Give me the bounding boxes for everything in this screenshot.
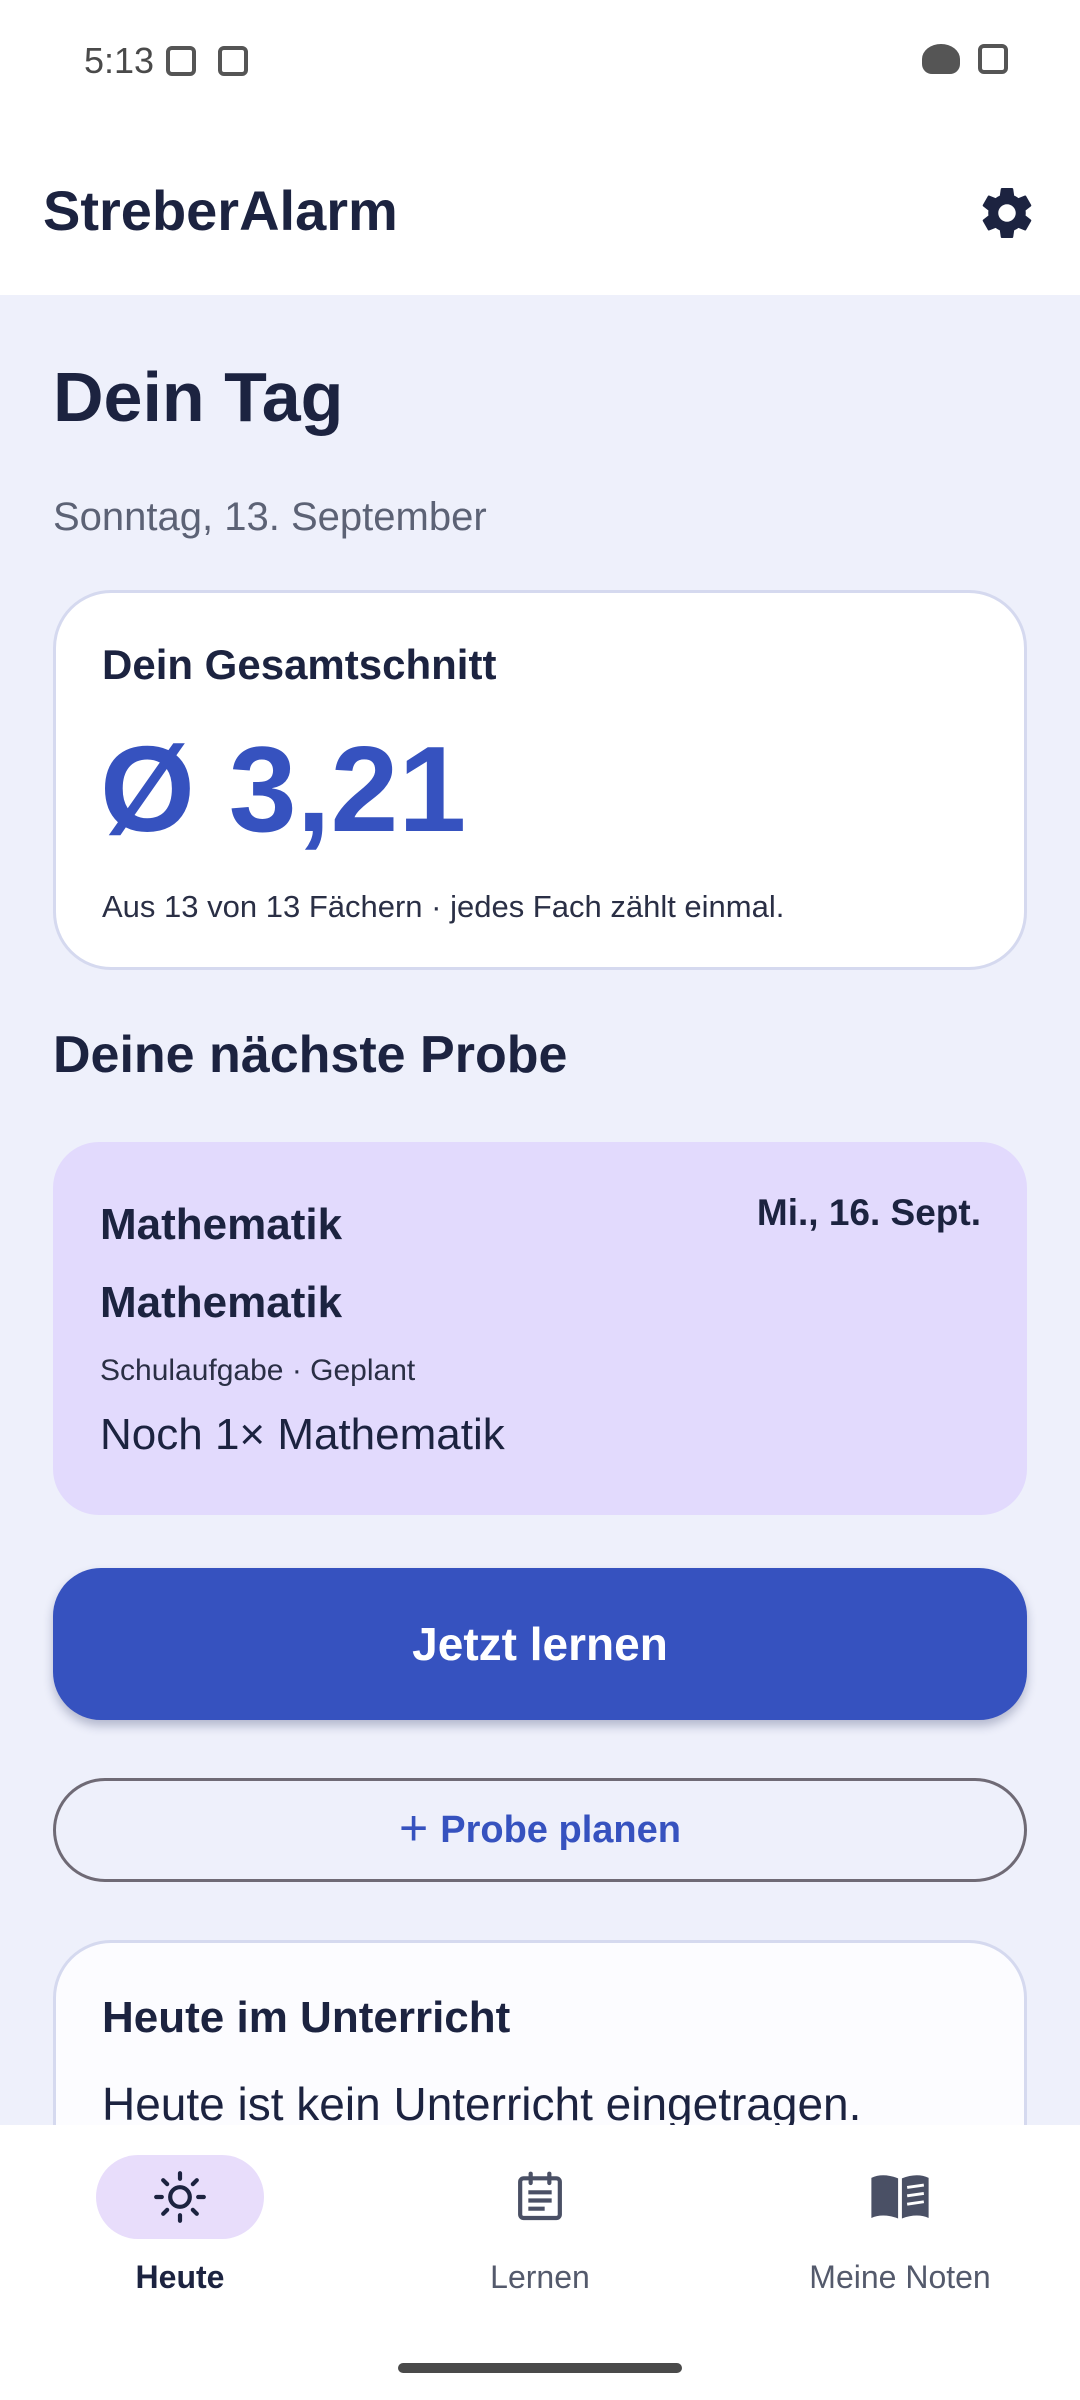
nav-pill-heute xyxy=(96,2155,264,2239)
app-title: StreberAlarm xyxy=(43,179,398,242)
plan-exam-label: Probe planen xyxy=(440,1808,681,1851)
status-icons-left xyxy=(166,46,248,76)
nav-label-heute: Heute xyxy=(135,2259,225,2295)
exam-subject: Mathematik xyxy=(100,1200,343,1249)
learn-now-button[interactable]: Jetzt lernen xyxy=(53,1568,1027,1720)
today-class-title: Heute im Unterricht xyxy=(102,1993,511,2042)
nav-item-meine-noten[interactable]: Meine Noten xyxy=(720,2155,1080,2305)
today-class-text: Heute ist kein Unterricht eingetragen. xyxy=(102,2078,862,2125)
status-icons-right xyxy=(922,44,1008,74)
app-bar: StreberAlarm xyxy=(0,90,1080,295)
shield-status-icon xyxy=(166,46,196,76)
wifi-status-icon xyxy=(922,44,960,74)
window-status-icon xyxy=(218,46,248,76)
exam-date: Mi., 16. Sept. xyxy=(756,1192,981,1233)
nav-item-heute[interactable]: Heute xyxy=(0,2155,360,2305)
nav-label-lernen: Lernen xyxy=(490,2259,590,2295)
gear-icon xyxy=(982,188,1032,238)
page-title: Dein Tag xyxy=(53,358,344,436)
next-exam-section-title: Deine nächste Probe xyxy=(53,1026,568,1084)
average-subtitle: Aus 13 von 13 Fächern · jedes Fach zählt… xyxy=(102,889,785,924)
battery-status-icon xyxy=(978,44,1008,74)
nav-pill-meine-noten xyxy=(816,2155,984,2239)
bottom-nav: Heute Lernen Meine Noten xyxy=(0,2125,1080,2400)
exam-title: Mathematik xyxy=(100,1278,343,1327)
main-content[interactable]: Dein Tag Sonntag, 13. September Dein Ges… xyxy=(0,295,1080,2125)
average-label: Dein Gesamtschnitt xyxy=(102,641,497,688)
plus-icon: + xyxy=(399,1800,429,1856)
list-icon xyxy=(518,2171,562,2221)
page-date: Sonntag, 13. September xyxy=(53,495,487,539)
average-value: Ø 3,21 xyxy=(100,721,467,857)
exam-meta: Schulaufgabe · Geplant xyxy=(100,1354,416,1387)
sun-icon xyxy=(154,2171,206,2223)
book-icon xyxy=(871,2175,929,2219)
plan-exam-button[interactable]: + Probe planen xyxy=(53,1778,1027,1882)
nav-label-meine-noten: Meine Noten xyxy=(809,2259,991,2295)
next-exam-card[interactable]: Mathematik Mi., 16. Sept. Mathematik Sch… xyxy=(53,1142,1027,1515)
average-card: Dein Gesamtschnitt Ø 3,21 Aus 13 von 13 … xyxy=(53,590,1027,970)
today-class-card: Heute im Unterricht Heute ist kein Unter… xyxy=(53,1940,1027,2125)
nav-item-lernen[interactable]: Lernen xyxy=(360,2155,720,2305)
nav-pill-lernen xyxy=(456,2155,624,2239)
exam-remaining: Noch 1× Mathematik xyxy=(100,1410,505,1459)
status-time: 5:13 xyxy=(84,40,155,81)
settings-button[interactable] xyxy=(972,178,1042,248)
home-indicator[interactable] xyxy=(398,2363,682,2373)
status-bar: 5:13 xyxy=(0,0,1080,90)
